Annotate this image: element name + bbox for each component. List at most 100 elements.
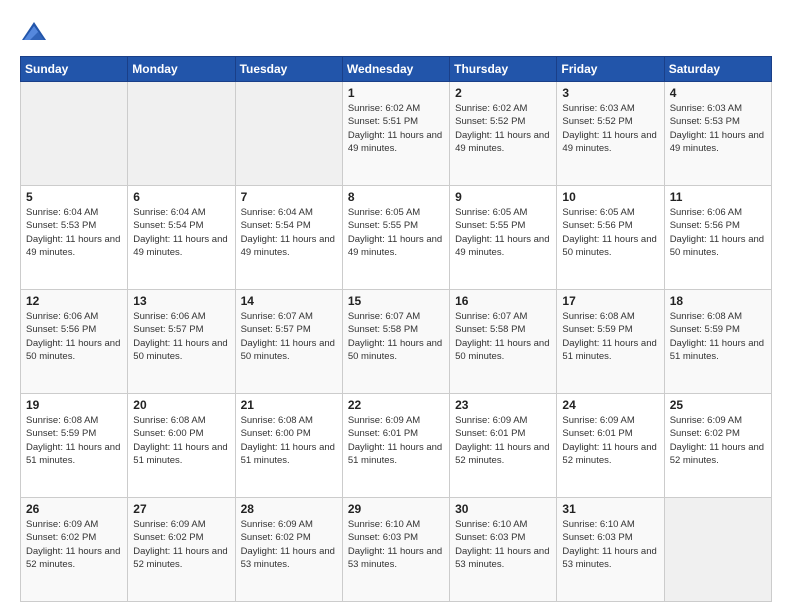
day-info: Sunrise: 6:08 AMSunset: 6:00 PMDaylight:… [133,415,227,466]
calendar-day-cell: 27 Sunrise: 6:09 AMSunset: 6:02 PMDayligh… [128,498,235,602]
calendar-day-cell: 16 Sunrise: 6:07 AMSunset: 5:58 PMDayligh… [450,290,557,394]
day-number: 21 [241,398,337,412]
day-info: Sunrise: 6:02 AMSunset: 5:51 PMDaylight:… [348,103,442,154]
calendar-header-monday: Monday [128,57,235,82]
day-info: Sunrise: 6:09 AMSunset: 6:02 PMDaylight:… [26,519,120,570]
logo-icon [20,18,48,46]
calendar-day-cell: 17Sunrise: 6:08 AMSunset: 5:59 PMDayligh… [557,290,664,394]
day-info: Sunrise: 6:07 AMSunset: 5:58 PMDaylight:… [348,311,442,362]
day-info: Sunrise: 6:10 AMSunset: 6:03 PMDaylight:… [348,519,442,570]
day-number: 15 [348,294,444,308]
day-info: Sunrise: 6:09 AMSunset: 6:01 PMDaylight:… [455,415,549,466]
day-number: 24 [562,398,658,412]
calendar-header-friday: Friday [557,57,664,82]
day-number: 29 [348,502,444,516]
day-info: Sunrise: 6:03 AMSunset: 5:53 PMDaylight:… [670,103,764,154]
calendar-day-cell: 30 Sunrise: 6:10 AMSunset: 6:03 PMDayligh… [450,498,557,602]
day-info: Sunrise: 6:06 AMSunset: 5:57 PMDaylight:… [133,311,227,362]
header [20,18,772,46]
day-number: 3 [562,86,658,100]
day-number: 1 [348,86,444,100]
day-number: 13 [133,294,229,308]
calendar-day-cell: 7 Sunrise: 6:04 AMSunset: 5:54 PMDaylight… [235,186,342,290]
calendar-day-cell: 2 Sunrise: 6:02 AMSunset: 5:52 PMDaylight… [450,82,557,186]
calendar-day-cell: 9 Sunrise: 6:05 AMSunset: 5:55 PMDaylight… [450,186,557,290]
day-info: Sunrise: 6:05 AMSunset: 5:55 PMDaylight:… [455,207,549,258]
calendar-day-cell: 21 Sunrise: 6:08 AMSunset: 6:00 PMDayligh… [235,394,342,498]
calendar-day-cell: 15 Sunrise: 6:07 AMSunset: 5:58 PMDayligh… [342,290,449,394]
day-info: Sunrise: 6:07 AMSunset: 5:57 PMDaylight:… [241,311,335,362]
calendar-day-cell [235,82,342,186]
calendar-day-cell: 24 Sunrise: 6:09 AMSunset: 6:01 PMDayligh… [557,394,664,498]
calendar-week-row: 19 Sunrise: 6:08 AMSunset: 5:59 PMDayligh… [21,394,772,498]
day-info: Sunrise: 6:09 AMSunset: 6:01 PMDaylight:… [348,415,442,466]
day-number: 16 [455,294,551,308]
calendar-day-cell: 13 Sunrise: 6:06 AMSunset: 5:57 PMDayligh… [128,290,235,394]
day-info: Sunrise: 6:10 AMSunset: 6:03 PMDaylight:… [455,519,549,570]
calendar-header-saturday: Saturday [664,57,771,82]
day-number: 30 [455,502,551,516]
day-number: 20 [133,398,229,412]
day-info: Sunrise: 6:09 AMSunset: 6:01 PMDaylight:… [562,415,656,466]
calendar-day-cell: 20 Sunrise: 6:08 AMSunset: 6:00 PMDayligh… [128,394,235,498]
calendar-week-row: 5 Sunrise: 6:04 AMSunset: 5:53 PMDaylight… [21,186,772,290]
logo [20,18,50,46]
day-number: 19 [26,398,122,412]
day-info: Sunrise: 6:08 AMSunset: 5:59 PMDaylight:… [562,311,656,362]
day-number: 27 [133,502,229,516]
day-info: Sunrise: 6:09 AMSunset: 6:02 PMDaylight:… [241,519,335,570]
calendar-day-cell: 3Sunrise: 6:03 AMSunset: 5:52 PMDaylight… [557,82,664,186]
calendar-day-cell: 11 Sunrise: 6:06 AMSunset: 5:56 PMDayligh… [664,186,771,290]
day-info: Sunrise: 6:05 AMSunset: 5:55 PMDaylight:… [348,207,442,258]
calendar-day-cell: 23 Sunrise: 6:09 AMSunset: 6:01 PMDayligh… [450,394,557,498]
day-number: 8 [348,190,444,204]
day-number: 7 [241,190,337,204]
calendar-day-cell: 29 Sunrise: 6:10 AMSunset: 6:03 PMDayligh… [342,498,449,602]
day-info: Sunrise: 6:09 AMSunset: 6:02 PMDaylight:… [670,415,764,466]
calendar-header-sunday: Sunday [21,57,128,82]
day-number: 11 [670,190,766,204]
day-info: Sunrise: 6:05 AMSunset: 5:56 PMDaylight:… [562,207,656,258]
calendar-header-thursday: Thursday [450,57,557,82]
day-number: 12 [26,294,122,308]
day-number: 14 [241,294,337,308]
day-number: 9 [455,190,551,204]
day-number: 4 [670,86,766,100]
day-info: Sunrise: 6:08 AMSunset: 6:00 PMDaylight:… [241,415,335,466]
calendar-day-cell: 5 Sunrise: 6:04 AMSunset: 5:53 PMDaylight… [21,186,128,290]
calendar-day-cell [21,82,128,186]
calendar-week-row: 26 Sunrise: 6:09 AMSunset: 6:02 PMDayligh… [21,498,772,602]
day-number: 10 [562,190,658,204]
calendar-day-cell: 26 Sunrise: 6:09 AMSunset: 6:02 PMDayligh… [21,498,128,602]
calendar-day-cell: 1 Sunrise: 6:02 AMSunset: 5:51 PMDaylight… [342,82,449,186]
day-number: 2 [455,86,551,100]
day-info: Sunrise: 6:06 AMSunset: 5:56 PMDaylight:… [26,311,120,362]
day-info: Sunrise: 6:10 AMSunset: 6:03 PMDaylight:… [562,519,656,570]
calendar-header-row: SundayMondayTuesdayWednesdayThursdayFrid… [21,57,772,82]
calendar-header-tuesday: Tuesday [235,57,342,82]
day-number: 5 [26,190,122,204]
calendar-day-cell: 10 Sunrise: 6:05 AMSunset: 5:56 PMDayligh… [557,186,664,290]
calendar-day-cell: 28 Sunrise: 6:09 AMSunset: 6:02 PMDayligh… [235,498,342,602]
day-number: 23 [455,398,551,412]
day-info: Sunrise: 6:07 AMSunset: 5:58 PMDaylight:… [455,311,549,362]
calendar-day-cell: 12 Sunrise: 6:06 AMSunset: 5:56 PMDayligh… [21,290,128,394]
calendar-day-cell: 31 Sunrise: 6:10 AMSunset: 6:03 PMDayligh… [557,498,664,602]
day-info: Sunrise: 6:04 AMSunset: 5:54 PMDaylight:… [241,207,335,258]
day-number: 31 [562,502,658,516]
calendar-table: SundayMondayTuesdayWednesdayThursdayFrid… [20,56,772,602]
day-info: Sunrise: 6:06 AMSunset: 5:56 PMDaylight:… [670,207,764,258]
day-info: Sunrise: 6:04 AMSunset: 5:53 PMDaylight:… [26,207,120,258]
day-number: 25 [670,398,766,412]
page: SundayMondayTuesdayWednesdayThursdayFrid… [0,0,792,612]
day-info: Sunrise: 6:02 AMSunset: 5:52 PMDaylight:… [455,103,549,154]
day-info: Sunrise: 6:09 AMSunset: 6:02 PMDaylight:… [133,519,227,570]
day-number: 28 [241,502,337,516]
calendar-day-cell [664,498,771,602]
day-info: Sunrise: 6:08 AMSunset: 5:59 PMDaylight:… [26,415,120,466]
calendar-week-row: 12 Sunrise: 6:06 AMSunset: 5:56 PMDayligh… [21,290,772,394]
day-info: Sunrise: 6:04 AMSunset: 5:54 PMDaylight:… [133,207,227,258]
day-number: 22 [348,398,444,412]
calendar-header-wednesday: Wednesday [342,57,449,82]
day-number: 26 [26,502,122,516]
